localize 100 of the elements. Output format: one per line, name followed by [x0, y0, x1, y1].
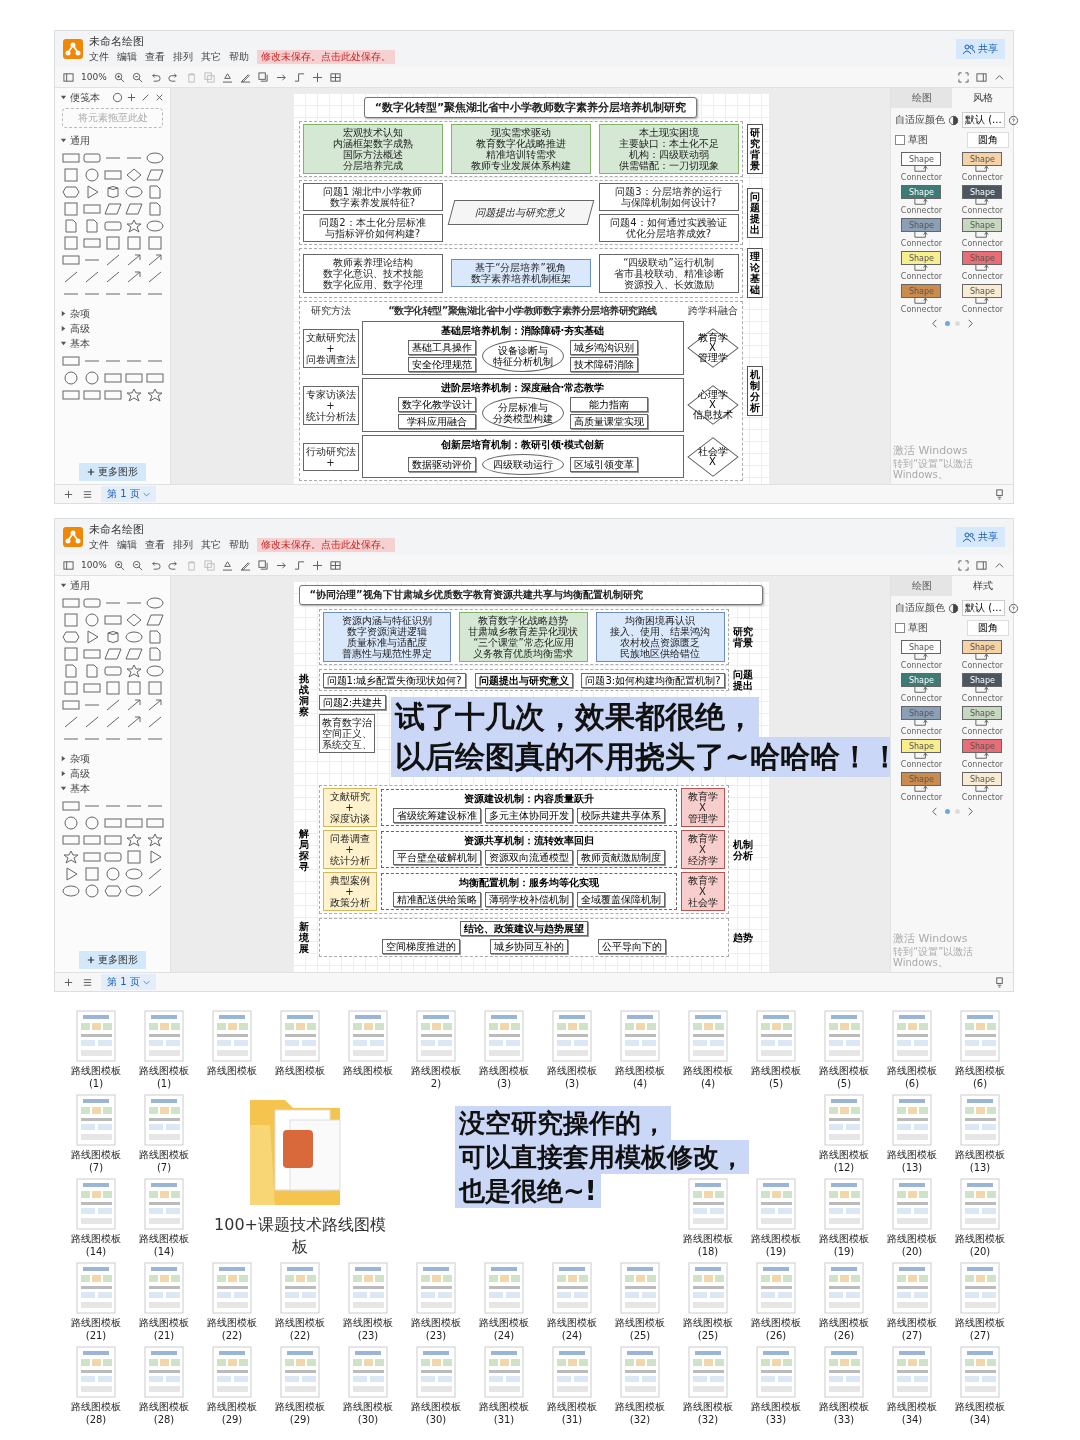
diagram-thumbnail[interactable] — [753, 1010, 799, 1062]
palette-section-title[interactable]: 基本 — [70, 336, 90, 351]
rounded-rectangle-icon[interactable] — [83, 151, 101, 165]
plus-icon[interactable] — [311, 71, 323, 83]
document-icon[interactable] — [146, 630, 164, 644]
hexagon-icon[interactable] — [104, 884, 122, 898]
rectangle-icon[interactable] — [146, 371, 164, 385]
circle-icon[interactable] — [83, 168, 101, 182]
diagram-thumbnail[interactable] — [141, 1010, 187, 1062]
star-icon[interactable] — [125, 388, 143, 402]
style-preview[interactable]: Shape — [962, 673, 1003, 687]
style-preview[interactable]: Shape — [901, 739, 942, 753]
diagram-thumbnail[interactable] — [481, 1346, 527, 1398]
parallelogram-icon[interactable] — [146, 168, 164, 182]
diagonal-line-icon[interactable] — [104, 715, 122, 729]
undo-icon[interactable] — [149, 559, 161, 571]
expanded-caret-icon[interactable] — [60, 785, 67, 792]
style-preview[interactable]: Shape — [962, 185, 1003, 199]
ellipse-icon[interactable] — [62, 884, 80, 898]
square-icon[interactable] — [146, 681, 164, 695]
redo-icon[interactable] — [167, 559, 179, 571]
panel-tab[interactable]: 绘图 — [891, 88, 952, 108]
plus-icon[interactable] — [126, 92, 137, 103]
menu-item[interactable]: 其它 — [201, 50, 221, 64]
diagram-thumbnail[interactable] — [413, 1010, 459, 1062]
sketch-checkbox[interactable] — [895, 623, 905, 633]
square-icon[interactable] — [62, 613, 80, 627]
theme-dropdown[interactable]: 默认 (... — [962, 112, 1005, 128]
sidebar-toggle-icon[interactable] — [63, 559, 74, 571]
rectangle-icon[interactable] — [62, 698, 80, 712]
expanded-caret-icon[interactable] — [60, 582, 67, 589]
close-icon[interactable] — [154, 92, 165, 103]
expanded-caret-icon[interactable] — [60, 94, 67, 101]
circle-icon[interactable] — [83, 371, 101, 385]
square-icon[interactable] — [125, 236, 143, 250]
rectangle-icon[interactable] — [83, 647, 101, 661]
copy-icon[interactable] — [203, 559, 215, 571]
menu-item[interactable]: 文件 — [89, 50, 109, 64]
menu-item[interactable]: 查看 — [145, 50, 165, 64]
diagram-thumbnail[interactable] — [73, 1262, 119, 1314]
diagonal-line-icon[interactable] — [62, 715, 80, 729]
menu-item[interactable]: 排列 — [173, 50, 193, 64]
diagram-thumbnail[interactable] — [481, 1010, 527, 1062]
hexagon-icon[interactable] — [62, 185, 80, 199]
menu-icon[interactable] — [82, 488, 93, 500]
rectangle-icon[interactable] — [62, 833, 80, 847]
arrow-icon[interactable] — [125, 715, 143, 729]
waypoint-icon[interactable] — [293, 71, 305, 83]
parallelogram-icon[interactable] — [104, 647, 122, 661]
diagram-thumbnail[interactable] — [753, 1262, 799, 1314]
rounded-button[interactable]: 圆角 — [967, 620, 1009, 636]
ellipse-icon[interactable] — [146, 219, 164, 233]
menu-item[interactable]: 查看 — [145, 538, 165, 552]
parallelogram-icon[interactable] — [146, 613, 164, 627]
fill-color-icon[interactable] — [221, 71, 233, 83]
help-icon[interactable] — [112, 92, 123, 103]
zoom-in-icon[interactable] — [113, 71, 125, 83]
square-icon[interactable] — [83, 867, 101, 881]
rectangle-icon[interactable] — [104, 168, 122, 182]
diagram-thumbnail[interactable] — [889, 1346, 935, 1398]
ellipse-icon[interactable] — [146, 664, 164, 678]
document-icon[interactable] — [62, 664, 80, 678]
square-icon[interactable] — [62, 168, 80, 182]
diagram-thumbnail[interactable] — [549, 1262, 595, 1314]
menu-icon[interactable] — [82, 976, 93, 988]
collapsed-caret-icon[interactable] — [60, 310, 67, 317]
diagram-thumbnail[interactable] — [821, 1262, 867, 1314]
ellipse-icon[interactable] — [125, 884, 143, 898]
parallelogram-icon[interactable] — [125, 202, 143, 216]
contrast-icon[interactable] — [948, 114, 959, 126]
rectangle-icon[interactable] — [125, 371, 143, 385]
diagram-thumbnail[interactable] — [345, 1262, 391, 1314]
trash-icon[interactable] — [185, 71, 197, 83]
fill-color-icon[interactable] — [221, 559, 233, 571]
redo-icon[interactable] — [167, 71, 179, 83]
ellipse-icon[interactable] — [125, 630, 143, 644]
diagram-thumbnail[interactable] — [889, 1094, 935, 1146]
palette-section-title[interactable]: 高级 — [70, 766, 90, 781]
circle-icon[interactable] — [104, 867, 122, 881]
rectangle-icon[interactable] — [104, 833, 122, 847]
diagram-thumbnail[interactable] — [209, 1346, 255, 1398]
ellipse-icon[interactable] — [125, 185, 143, 199]
parallelogram-icon[interactable] — [125, 647, 143, 661]
format-panel-icon[interactable] — [976, 71, 987, 83]
rectangle-icon[interactable] — [146, 816, 164, 830]
circle-icon[interactable] — [62, 371, 80, 385]
square-icon[interactable] — [125, 681, 143, 695]
rectangle-icon[interactable] — [104, 816, 122, 830]
document-title[interactable]: 未命名绘图 — [89, 522, 395, 537]
menu-item[interactable]: 其它 — [201, 538, 221, 552]
star-icon[interactable] — [62, 850, 80, 864]
rectangle-icon[interactable] — [83, 681, 101, 695]
diagram-thumbnail[interactable] — [753, 1346, 799, 1398]
palette-section-title[interactable]: 便笺本 — [70, 90, 100, 105]
diagram-thumbnail[interactable] — [617, 1010, 663, 1062]
diagram-thumbnail[interactable] — [957, 1178, 1003, 1230]
square-icon[interactable] — [62, 236, 80, 250]
circle-icon[interactable] — [83, 884, 101, 898]
rectangle-icon[interactable] — [62, 388, 80, 402]
rounded-rectangle-icon[interactable] — [104, 219, 122, 233]
